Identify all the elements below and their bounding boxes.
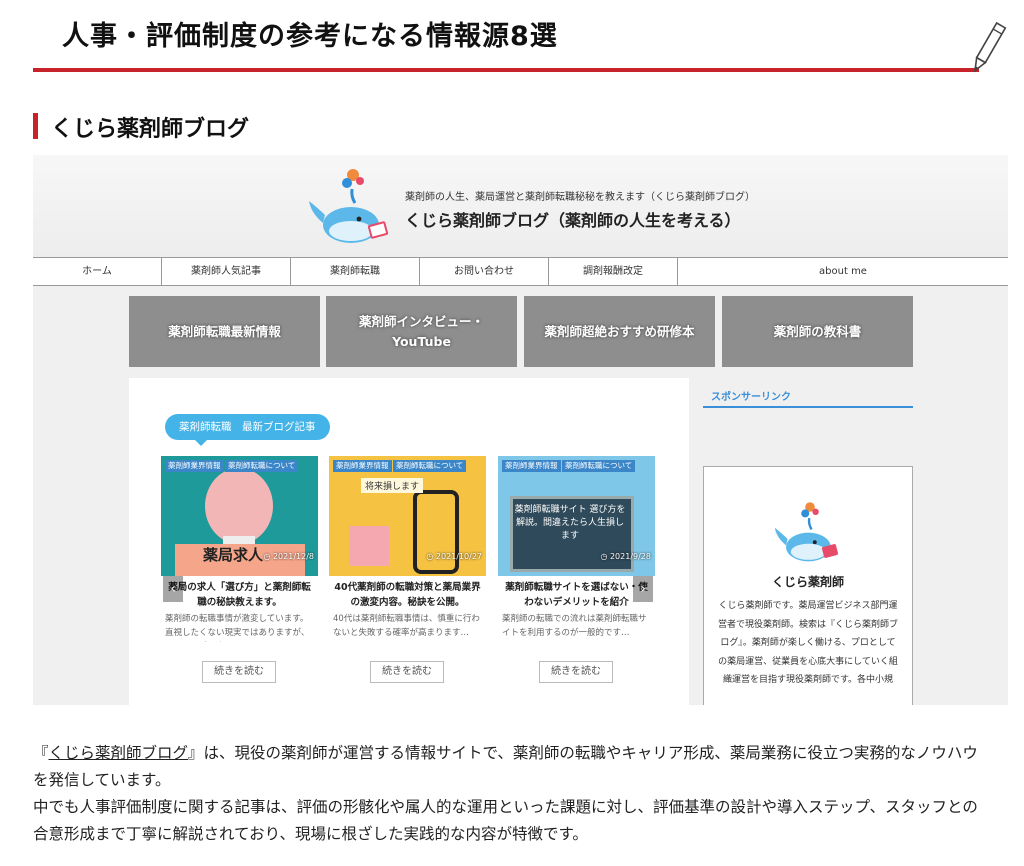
category-tag[interactable]: 薬剤師業界情報 xyxy=(165,460,224,472)
site-tagline: 薬剤師の人生、薬局運営と薬剤師転職秘秘を教えます（くじら薬剤師ブログ） xyxy=(405,192,755,203)
thumbnail-text: 薬局求人 xyxy=(203,546,264,564)
post-excerpt: 薬剤師の転職での流れは薬剤師転職サイトを利用するのが一般的です… xyxy=(502,614,647,638)
banner-label: 薬剤師超絶おすすめ研修本 xyxy=(544,323,695,339)
pencil-icon xyxy=(973,21,1007,73)
banner-interview[interactable]: 薬剤師インタビュー・YouTube xyxy=(326,296,517,367)
post-card[interactable]: 薬剤師転職サイト 選び方を解説。間違えたら人生損します 薬剤師業界情報 薬剤師転… xyxy=(498,456,655,705)
thumbnail-text: 薬剤師転職サイト 選び方を解説。間違えたら人生損します xyxy=(514,505,626,541)
whale-logo-icon xyxy=(309,169,389,243)
description-paragraph: 『くじら薬剤師ブログ』は、現役の薬剤師が運営する情報サイトで、薬剤師の転職やキャ… xyxy=(33,740,993,848)
paragraph-line-2: 中でも人事評価制度に関する記事は、評価の形骸化や属人的な運用といった課題に対し、… xyxy=(33,798,978,843)
site-title[interactable]: くじら薬剤師ブログ（薬剤師の人生を考える） xyxy=(405,207,741,231)
post-card[interactable]: 薬局求人 薬剤師業界情報 薬剤師転職について ◷ 2021/12/8 薬局の求人… xyxy=(161,456,318,705)
sponsor-underline xyxy=(703,406,913,408)
post-thumbnail[interactable]: 将来損します 薬剤師業界情報 薬剤師転職について ◷ 2021/10/27 xyxy=(329,456,486,576)
category-tag[interactable]: 薬剤師転職について xyxy=(562,460,636,472)
paragraph-line-1: 『くじら薬剤師ブログ』は、現役の薬剤師が運営する情報サイトで、薬剤師の転職やキャ… xyxy=(33,744,978,789)
read-more-button[interactable]: 続きを読む xyxy=(370,661,444,683)
category-tag[interactable]: 薬剤師業界情報 xyxy=(333,460,392,472)
subheading: くじら薬剤師ブログ xyxy=(51,117,250,142)
blog-link[interactable]: くじら薬剤師ブログ xyxy=(49,744,189,762)
post-title[interactable]: 薬局の求人「選び方」と薬剤師転職の秘訣教えます。 xyxy=(165,580,314,610)
post-excerpt: 40代は薬剤師転職事情は、慎重に行わないと失敗する確率が高まります… xyxy=(333,614,480,638)
category-tag[interactable]: 薬剤師転職について xyxy=(225,460,299,472)
banner-label: 薬剤師の教科書 xyxy=(773,323,862,339)
banner-label: 薬剤師インタビュー・YouTube xyxy=(358,313,484,349)
post-date: ◷ 2021/9/28 xyxy=(600,552,651,561)
chevron-right-icon[interactable]: › xyxy=(633,576,653,602)
subheading-bar xyxy=(33,113,38,139)
section-heading: 人事・評価制度の参考になる情報源8選 xyxy=(62,21,558,52)
heading-underline xyxy=(33,68,979,72)
post-card[interactable]: 将来損します 薬剤師業界情報 薬剤師転職について ◷ 2021/10/27 40… xyxy=(329,456,486,705)
banner-label: 薬剤師転職最新情報 xyxy=(168,323,281,339)
post-date: ◷ 2021/12/8 xyxy=(263,552,314,561)
blog-header: 薬剤師の人生、薬局運営と薬剤師転職秘秘を教えます（くじら薬剤師ブログ） くじら薬… xyxy=(33,155,1008,257)
post-excerpt: 薬剤師の転職事情が激変しています。直視したくない現実ではありますが、正面から受け… xyxy=(165,614,310,638)
chevron-left-icon[interactable]: ‹ xyxy=(163,576,183,602)
read-more-button[interactable]: 続きを読む xyxy=(202,661,276,683)
nav-job-change[interactable]: 薬剤師転職 xyxy=(291,258,420,285)
clock-icon: ◷ xyxy=(426,552,436,561)
sidebar: スポンサーリンク くじら薬剤師 くじら薬剤師です。薬局運営ビジネス部門運営者で現… xyxy=(699,378,918,705)
banner-training-books[interactable]: 薬剤師超絶おすすめ研修本 xyxy=(524,296,715,367)
blog-nav: ホーム 薬剤師人気記事 薬剤師転職 お問い合わせ 調剤報酬改定 about me xyxy=(33,257,1008,286)
profile-bio: くじら薬剤師です。薬局運営ビジネス部門運営者で現役薬剤師。検索は『くじら薬剤師ブ… xyxy=(718,601,898,685)
profile-name: くじら薬剤師 xyxy=(771,575,844,589)
banner-textbook[interactable]: 薬剤師の教科書 xyxy=(722,296,913,367)
read-more-button[interactable]: 続きを読む xyxy=(539,661,613,683)
sponsor-label: スポンサーリンク xyxy=(711,392,791,403)
nav-about[interactable]: about me xyxy=(678,258,1008,285)
nav-home[interactable]: ホーム xyxy=(33,258,162,285)
post-thumbnail[interactable]: 薬剤師転職サイト 選び方を解説。間違えたら人生損します 薬剤師業界情報 薬剤師転… xyxy=(498,456,655,576)
nav-contact[interactable]: お問い合わせ xyxy=(420,258,549,285)
post-title[interactable]: 薬剤師転職サイトを選ばない・使わないデメリットを紹介 xyxy=(502,580,651,610)
category-tag[interactable]: 薬剤師転職について xyxy=(393,460,467,472)
blog-screenshot: 薬剤師の人生、薬局運営と薬剤師転職秘秘を教えます（くじら薬剤師ブログ） くじら薬… xyxy=(33,155,1008,705)
post-title[interactable]: 40代薬剤師の転職対策と薬局業界の激変内容。秘訣を公開。 xyxy=(333,580,482,610)
whale-avatar-icon xyxy=(774,502,839,562)
clock-icon: ◷ xyxy=(600,552,610,561)
nav-revision[interactable]: 調剤報酬改定 xyxy=(549,258,678,285)
category-tag[interactable]: 薬剤師業界情報 xyxy=(502,460,561,472)
nav-popular[interactable]: 薬剤師人気記事 xyxy=(162,258,291,285)
post-date: ◷ 2021/10/27 xyxy=(426,552,482,561)
blog-body: 薬剤師転職最新情報 薬剤師インタビュー・YouTube 薬剤師超絶おすすめ研修本… xyxy=(33,286,1008,705)
clock-icon: ◷ xyxy=(263,552,273,561)
latest-posts-pill: 薬剤師転職 最新ブログ記事 xyxy=(165,414,330,446)
thumbnail-text: 将来損します xyxy=(361,478,424,493)
profile-box: くじら薬剤師 くじら薬剤師です。薬局運営ビジネス部門運営者で現役薬剤師。検索は『… xyxy=(703,466,913,705)
post-thumbnail[interactable]: 薬局求人 薬剤師業界情報 薬剤師転職について ◷ 2021/12/8 xyxy=(161,456,318,576)
main-column: 薬剤師転職 最新ブログ記事 薬局求人 薬剤師業界情報 薬剤師転職について ◷ 2… xyxy=(129,378,689,705)
banner-job-news[interactable]: 薬剤師転職最新情報 xyxy=(129,296,320,367)
